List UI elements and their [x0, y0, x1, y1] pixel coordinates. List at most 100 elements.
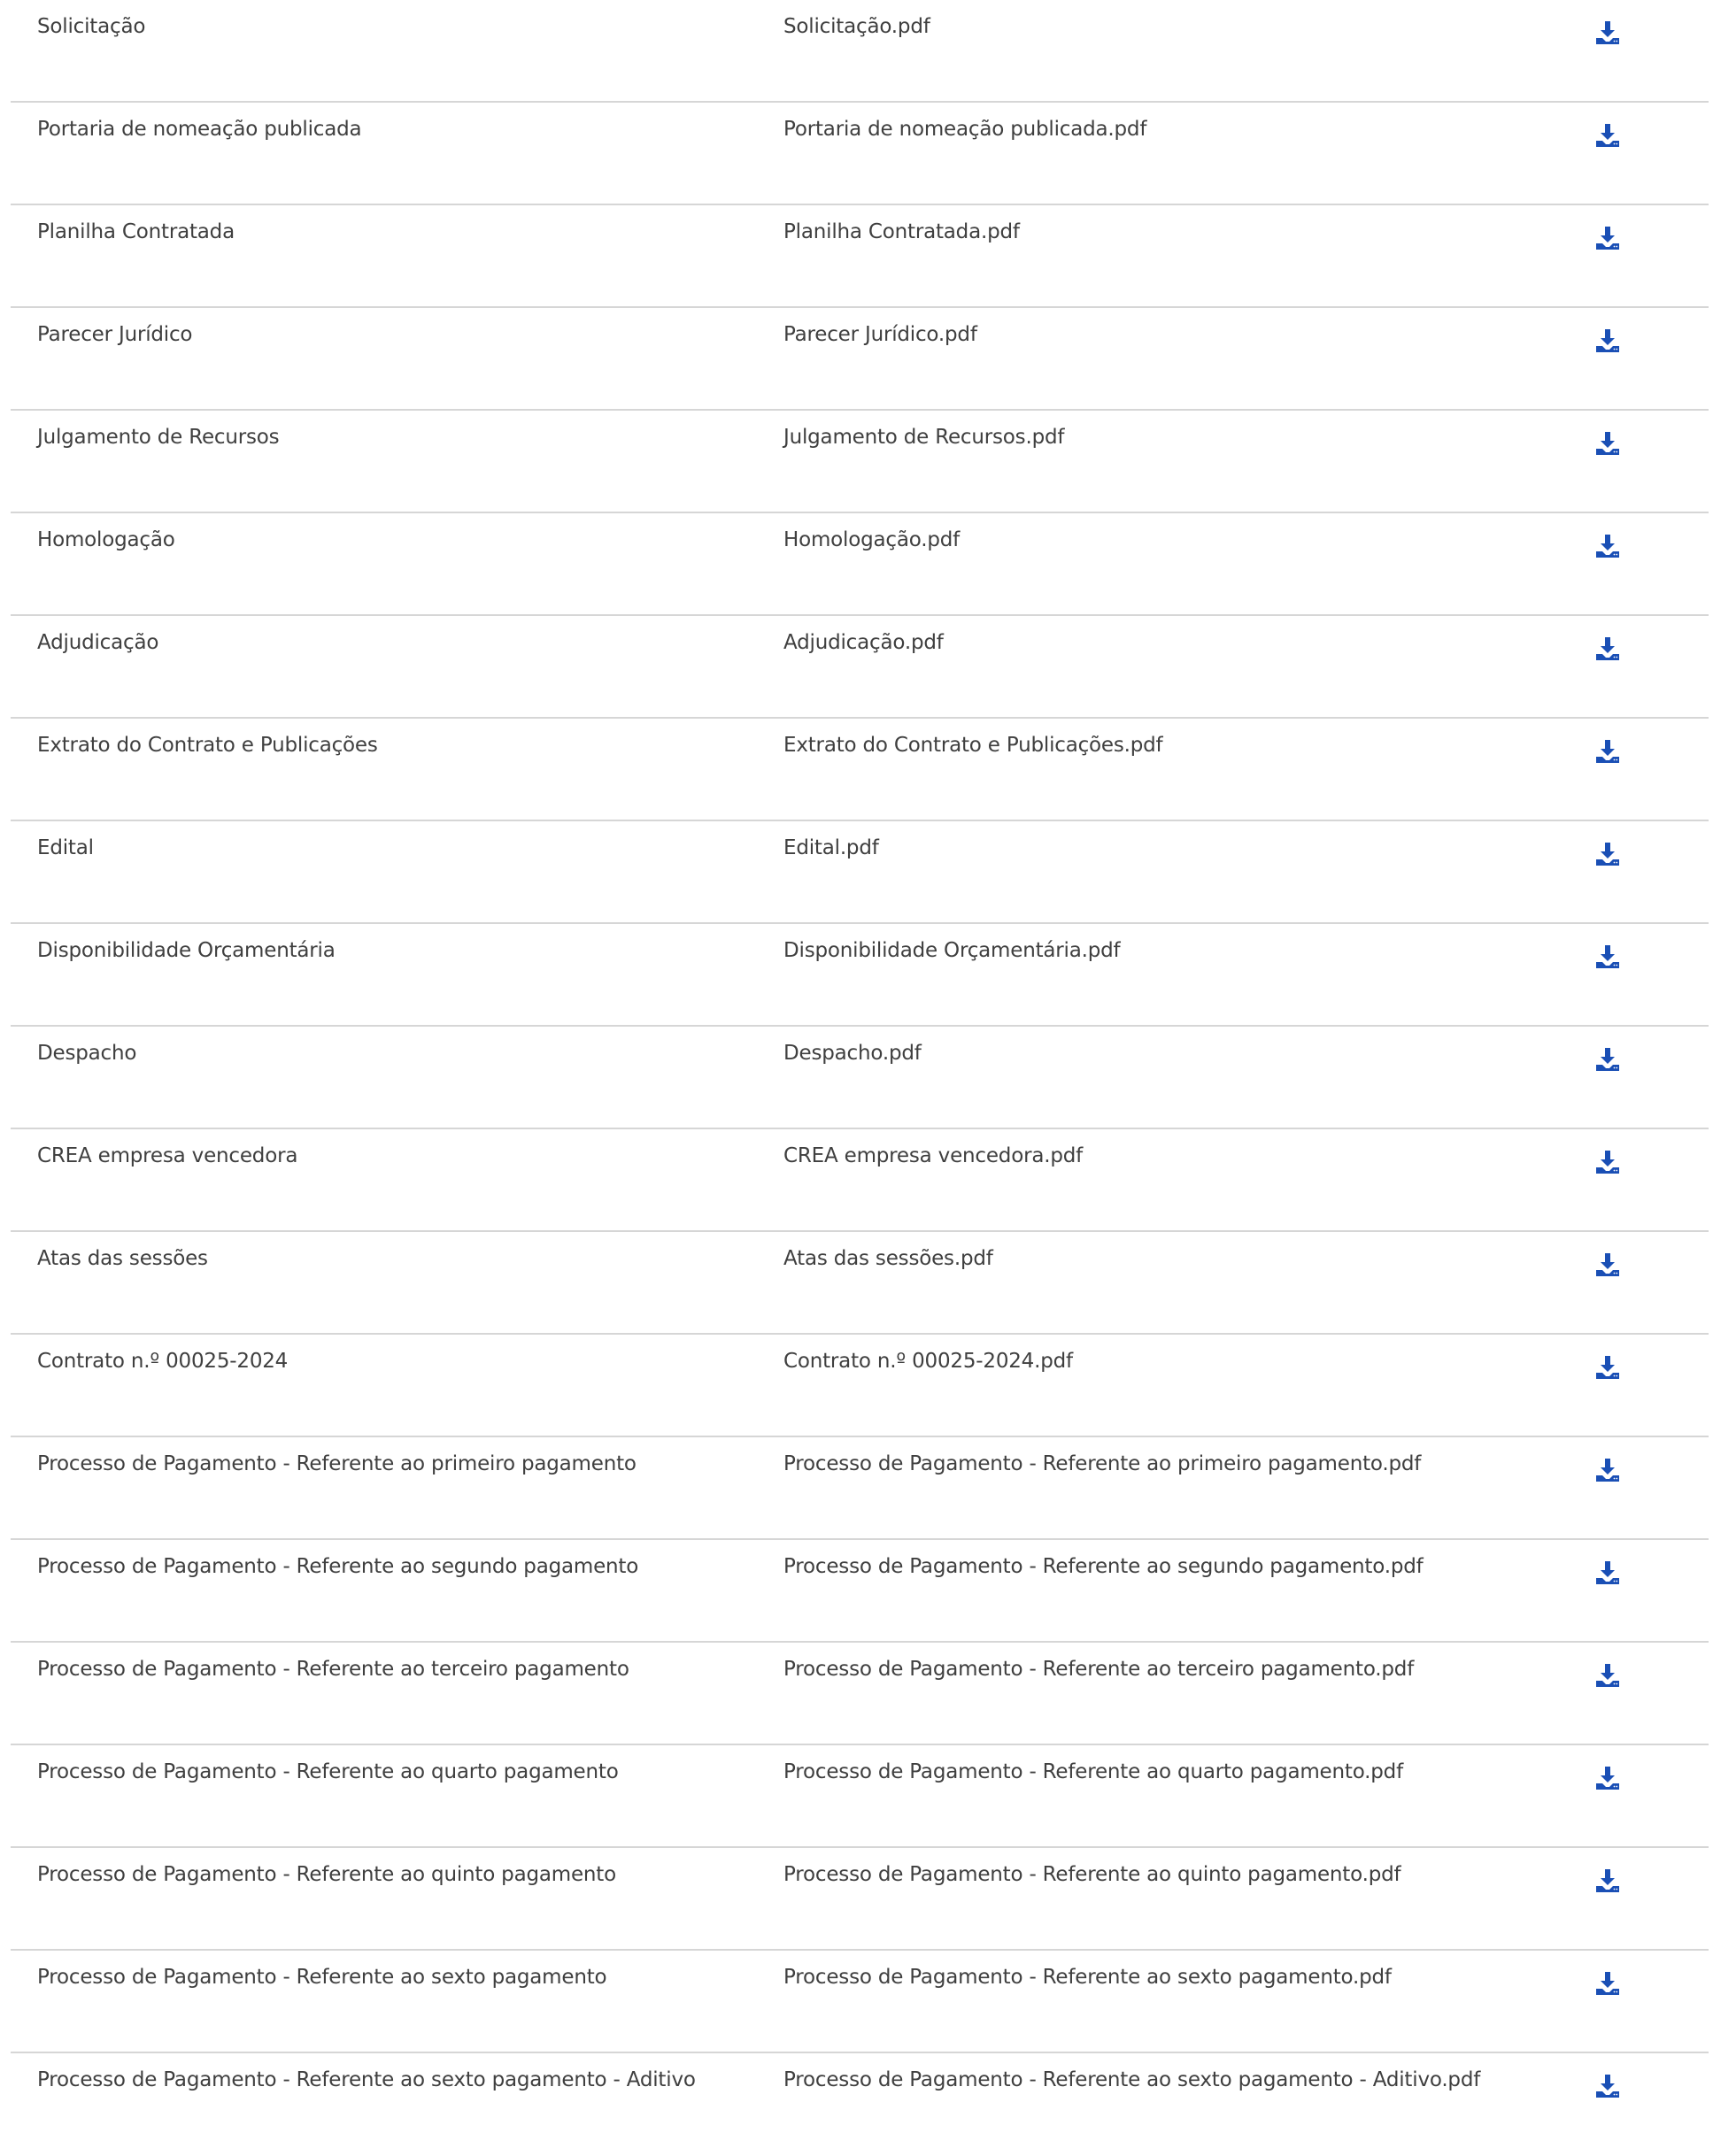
document-name: Disponibilidade Orçamentária [37, 939, 336, 962]
document-name: Atas das sessões [37, 1247, 208, 1270]
download-button[interactable] [1594, 738, 1621, 765]
document-file-name: Edital.pdf [783, 836, 879, 859]
download-button[interactable] [1594, 1662, 1621, 1689]
table-row: Disponibilidade Orçamentária Disponibili… [11, 924, 1709, 1027]
download-icon [1596, 535, 1619, 558]
document-file-name: Planilha Contratada.pdf [783, 220, 1020, 243]
download-icon [1596, 21, 1619, 44]
document-file-name: Portaria de nomeação publicada.pdf [783, 118, 1147, 141]
download-icon [1596, 1253, 1619, 1276]
document-file-name: Processo de Pagamento - Referente ao seg… [783, 1555, 1424, 1578]
document-name: Processo de Pagamento - Referente ao ter… [37, 1658, 629, 1681]
table-row: Processo de Pagamento - Referente ao qua… [11, 1745, 1709, 1848]
document-file-name: Contrato n.º 00025-2024.pdf [783, 1350, 1073, 1373]
document-file-name: Homologação.pdf [783, 528, 961, 551]
table-row: Adjudicação Adjudicação.pdf [11, 616, 1709, 719]
table-row: Extrato do Contrato e Publicações Extrat… [11, 719, 1709, 821]
download-button[interactable] [1594, 2073, 1621, 2099]
table-row: Portaria de nomeação publicada Portaria … [11, 103, 1709, 205]
download-icon [1596, 432, 1619, 455]
document-file-name: Parecer Jurídico.pdf [783, 323, 977, 346]
download-button[interactable] [1594, 841, 1621, 867]
download-button[interactable] [1594, 225, 1621, 251]
download-button[interactable] [1594, 533, 1621, 559]
table-row: Processo de Pagamento - Referente ao sex… [11, 1951, 1709, 2053]
document-name: CREA empresa vencedora [37, 1144, 298, 1167]
table-row: Planilha Contratada Planilha Contratada.… [11, 205, 1709, 308]
download-button[interactable] [1594, 430, 1621, 457]
document-file-name: Processo de Pagamento - Referente ao sex… [783, 1966, 1392, 1989]
table-row: Contrato n.º 00025-2024 Contrato n.º 000… [11, 1335, 1709, 1437]
download-button[interactable] [1594, 1354, 1621, 1381]
download-button[interactable] [1594, 1559, 1621, 1586]
document-name: Processo de Pagamento - Referente ao seg… [37, 1555, 639, 1578]
document-name: Processo de Pagamento - Referente ao sex… [37, 1966, 607, 1989]
table-row: Parecer Jurídico Parecer Jurídico.pdf [11, 308, 1709, 411]
download-button[interactable] [1594, 1457, 1621, 1483]
documents-table: Solicitação Solicitação.pdf Portaria de … [11, 0, 1709, 2156]
download-icon [1596, 740, 1619, 763]
download-button[interactable] [1594, 122, 1621, 149]
download-button[interactable] [1594, 1867, 1621, 1894]
table-row: Despacho Despacho.pdf [11, 1027, 1709, 1129]
table-row: Processo de Pagamento - Referente ao sex… [11, 2053, 1709, 2156]
document-file-name: Adjudicação.pdf [783, 631, 944, 654]
download-button[interactable] [1594, 943, 1621, 970]
document-name: Planilha Contratada [37, 220, 235, 243]
document-file-name: Processo de Pagamento - Referente ao pri… [783, 1452, 1422, 1475]
download-icon [1596, 1561, 1619, 1584]
download-icon [1596, 1972, 1619, 1995]
document-file-name: Disponibilidade Orçamentária.pdf [783, 939, 1121, 962]
document-file-name: Despacho.pdf [783, 1042, 922, 1065]
table-row: Solicitação Solicitação.pdf [11, 0, 1709, 103]
document-name: Processo de Pagamento - Referente ao qui… [37, 1863, 616, 1886]
download-icon [1596, 227, 1619, 250]
document-file-name: Atas das sessões.pdf [783, 1247, 993, 1270]
document-name: Extrato do Contrato e Publicações [37, 734, 378, 757]
download-icon [1596, 1767, 1619, 1790]
download-icon [1596, 2075, 1619, 2098]
download-button[interactable] [1594, 1970, 1621, 1997]
document-name: Portaria de nomeação publicada [37, 118, 362, 141]
document-file-name: Solicitação.pdf [783, 15, 930, 38]
download-button[interactable] [1594, 1765, 1621, 1791]
document-name: Edital [37, 836, 94, 859]
table-row: Edital Edital.pdf [11, 821, 1709, 924]
download-icon [1596, 124, 1619, 147]
download-icon [1596, 1869, 1619, 1892]
download-button[interactable] [1594, 327, 1621, 354]
document-name: Processo de Pagamento - Referente ao sex… [37, 2068, 696, 2091]
download-icon [1596, 637, 1619, 660]
document-file-name: Processo de Pagamento - Referente ao qua… [783, 1760, 1403, 1783]
download-icon [1596, 1459, 1619, 1482]
table-row: Homologação Homologação.pdf [11, 513, 1709, 616]
table-row: Julgamento de Recursos Julgamento de Rec… [11, 411, 1709, 513]
download-icon [1596, 1151, 1619, 1174]
download-button[interactable] [1594, 19, 1621, 46]
table-row: Atas das sessões Atas das sessões.pdf [11, 1232, 1709, 1335]
document-file-name: CREA empresa vencedora.pdf [783, 1144, 1084, 1167]
download-button[interactable] [1594, 1251, 1621, 1278]
document-name: Solicitação [37, 15, 146, 38]
document-name: Contrato n.º 00025-2024 [37, 1350, 289, 1373]
table-row: CREA empresa vencedora CREA empresa venc… [11, 1129, 1709, 1232]
document-file-name: Processo de Pagamento - Referente ao ter… [783, 1658, 1415, 1681]
download-icon [1596, 1664, 1619, 1687]
document-file-name: Processo de Pagamento - Referente ao qui… [783, 1863, 1401, 1886]
document-file-name: Processo de Pagamento - Referente ao sex… [783, 2068, 1481, 2091]
download-button[interactable] [1594, 1149, 1621, 1175]
document-name: Despacho [37, 1042, 137, 1065]
document-name: Parecer Jurídico [37, 323, 193, 346]
document-name: Homologação [37, 528, 175, 551]
table-row: Processo de Pagamento - Referente ao seg… [11, 1540, 1709, 1643]
document-name: Processo de Pagamento - Referente ao qua… [37, 1760, 619, 1783]
document-name: Processo de Pagamento - Referente ao pri… [37, 1452, 637, 1475]
download-icon [1596, 945, 1619, 968]
download-icon [1596, 1356, 1619, 1379]
document-name: Adjudicação [37, 631, 159, 654]
download-button[interactable] [1594, 1046, 1621, 1073]
table-row: Processo de Pagamento - Referente ao pri… [11, 1437, 1709, 1540]
download-button[interactable] [1594, 635, 1621, 662]
download-icon [1596, 329, 1619, 352]
table-row: Processo de Pagamento - Referente ao ter… [11, 1643, 1709, 1745]
